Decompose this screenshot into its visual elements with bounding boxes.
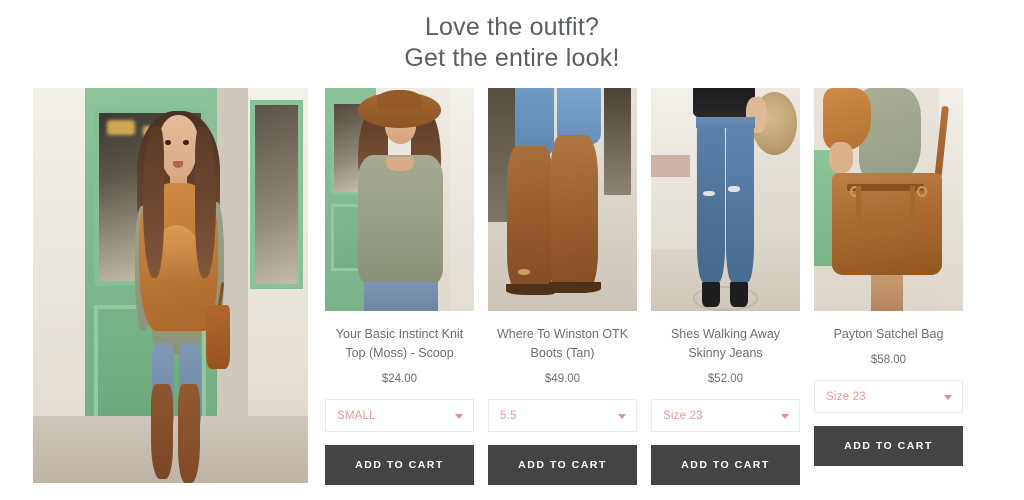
model-boot-left	[151, 384, 173, 480]
p3-knee-rip-left	[703, 190, 716, 197]
size-select[interactable]: Size 23	[814, 380, 963, 413]
p2-boot-left	[507, 145, 553, 294]
p2-backdrop-right	[604, 88, 632, 196]
product-title: Where To Winston OTK Boots (Tan)	[496, 327, 629, 360]
p1-scoop-neckline	[386, 157, 415, 171]
hero-model	[121, 104, 237, 483]
product-image[interactable]	[325, 88, 474, 311]
product-card[interactable]: Your Basic Instinct Knit Top (Moss) - Sc…	[325, 88, 474, 485]
p3-heel-left	[701, 282, 720, 307]
chevron-down-icon	[618, 413, 626, 419]
product-title: Payton Satchel Bag	[833, 327, 944, 341]
p3-jeans-left	[697, 116, 726, 282]
p3-waistband	[695, 116, 756, 129]
model-eye-left	[164, 139, 171, 146]
p2-boot-sole-left	[505, 284, 556, 296]
p4-hand	[828, 141, 853, 173]
product-card[interactable]: Where To Winston OTK Boots (Tan) $49.00 …	[488, 88, 637, 485]
product-title: Shes Walking Away Skinny Jeans	[670, 327, 781, 360]
add-to-cart-button[interactable]: ADD TO CART	[488, 445, 637, 485]
product-image[interactable]	[651, 88, 800, 311]
page-title-line-2: Get the entire look!	[404, 44, 620, 72]
p3-jeans-right	[725, 116, 754, 282]
p2-boot-buckle	[517, 268, 530, 276]
product-price: $58.00	[870, 354, 907, 366]
p2-boot-sole-right	[549, 282, 602, 294]
add-to-cart-button[interactable]: ADD TO CART	[651, 445, 800, 485]
add-to-cart-button[interactable]: ADD TO CART	[325, 445, 474, 485]
chevron-down-icon	[455, 413, 463, 419]
p4-bag-handle	[855, 186, 916, 236]
size-select-value: Size 23	[826, 390, 866, 403]
chevron-down-icon	[944, 394, 952, 400]
p3-knee-rip-right	[728, 186, 741, 192]
shop-the-look-section: Love the outfit? Get the entire look! Yo…	[0, 0, 1024, 500]
model-satchel-bag	[206, 304, 230, 370]
p2-boot-right	[550, 134, 599, 294]
product-price: $49.00	[544, 373, 581, 385]
page-title: Love the outfit? Get the entire look!	[0, 12, 1024, 74]
p1-floppy-hat-crown	[377, 90, 422, 111]
product-card[interactable]: Payton Satchel Bag $58.00 Size 23 ADD TO…	[814, 88, 963, 485]
p1-knit-top	[357, 154, 443, 285]
size-select-value: 5.5	[500, 409, 517, 422]
product-card[interactable]: Shes Walking Away Skinny Jeans $52.00 Si…	[651, 88, 800, 485]
page-title-line-1: Love the outfit?	[424, 13, 600, 41]
hero-scene	[33, 88, 308, 483]
size-select-value: Size 23	[663, 409, 703, 422]
hero-lookbook-image	[33, 88, 308, 483]
p1-wall-right	[450, 88, 474, 311]
size-select[interactable]: SMALL	[325, 399, 474, 432]
chevron-down-icon	[781, 413, 789, 419]
product-list: Your Basic Instinct Knit Top (Moss) - Sc…	[325, 88, 963, 485]
product-image[interactable]	[488, 88, 637, 311]
p3-heel-right	[729, 282, 748, 307]
product-price: $52.00	[707, 373, 744, 385]
product-image[interactable]	[814, 88, 963, 311]
hero-right-window	[250, 99, 303, 290]
size-select-value: SMALL	[337, 409, 376, 422]
add-to-cart-button[interactable]: ADD TO CART	[814, 426, 963, 466]
product-price: $24.00	[381, 373, 418, 385]
model-hair-front-right	[194, 126, 216, 279]
model-hair-front-left	[142, 126, 164, 279]
p2-jeans-left	[514, 88, 554, 155]
size-select[interactable]: Size 23	[651, 399, 800, 432]
p4-leg	[870, 275, 904, 311]
p4-scarf	[822, 88, 871, 151]
p1-jeans	[363, 282, 439, 311]
p3-ledge	[651, 154, 690, 178]
product-title: Your Basic Instinct Knit Top (Moss) - Sc…	[335, 327, 464, 360]
size-select[interactable]: 5.5	[488, 399, 637, 432]
model-boot-right	[177, 384, 200, 483]
